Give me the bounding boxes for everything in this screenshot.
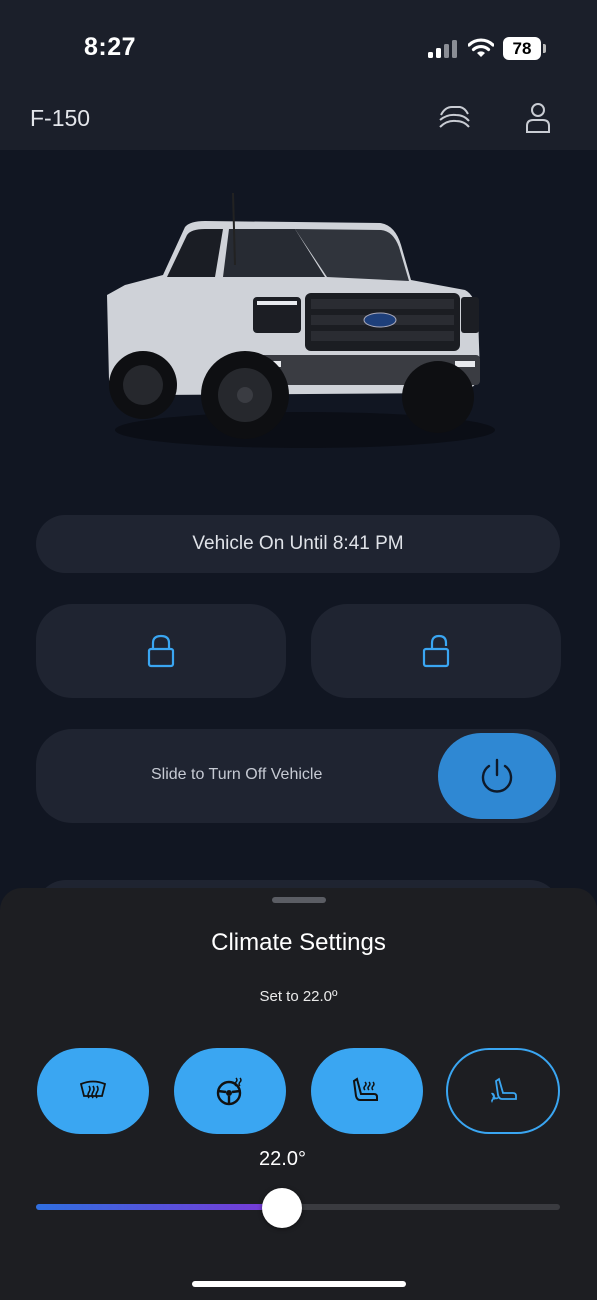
heated-seat-button[interactable]: [311, 1048, 423, 1134]
temperature-slider-thumb[interactable]: [262, 1188, 303, 1228]
power-slider-handle[interactable]: [438, 733, 556, 819]
temperature-value: 22.0°: [259, 1148, 306, 1170]
home-indicator: [192, 1281, 406, 1287]
ventilated-seat-icon: [491, 1077, 517, 1103]
app-header: F-150: [0, 95, 597, 150]
temperature-slider-fill: [36, 1204, 283, 1210]
climate-setpoint: Set to 22.0º: [259, 988, 338, 1005]
lock-icon: [147, 634, 175, 668]
ventilated-seat-button[interactable]: [446, 1048, 560, 1134]
battery-indicator: 78: [503, 37, 546, 60]
heated-seat-icon: [352, 1077, 378, 1101]
power-icon: [481, 758, 513, 793]
status-bar: 8:27 78: [0, 0, 597, 95]
slide-to-turn-off-control[interactable]: Slide to Turn Off Vehicle: [36, 729, 560, 823]
heated-steering-wheel-icon: [216, 1077, 242, 1106]
sheet-grabber[interactable]: [272, 897, 326, 903]
rear-defrost-icon: [79, 1080, 107, 1099]
slide-label: Slide to Turn Off Vehicle: [151, 766, 323, 783]
wifi-icon: [468, 38, 494, 57]
sheet-title: Climate Settings: [211, 929, 386, 956]
account-icon[interactable]: [520, 99, 556, 135]
rear-defrost-button[interactable]: [37, 1048, 149, 1134]
unlock-button[interactable]: [311, 604, 561, 698]
lock-button[interactable]: [36, 604, 286, 698]
cellular-signal-icon: [428, 40, 458, 58]
vehicle-icon[interactable]: [436, 99, 472, 135]
unlock-icon: [422, 634, 450, 668]
vehicle-name: F-150: [30, 105, 91, 131]
heated-steering-wheel-button[interactable]: [174, 1048, 286, 1134]
vehicle-image: [107, 192, 495, 448]
vehicle-status-pill: Vehicle On Until 8:41 PM: [36, 515, 560, 573]
climate-settings-sheet: Climate Settings Set to 22.0º 22.0°: [0, 888, 597, 1300]
status-time: 8:27: [84, 33, 137, 61]
